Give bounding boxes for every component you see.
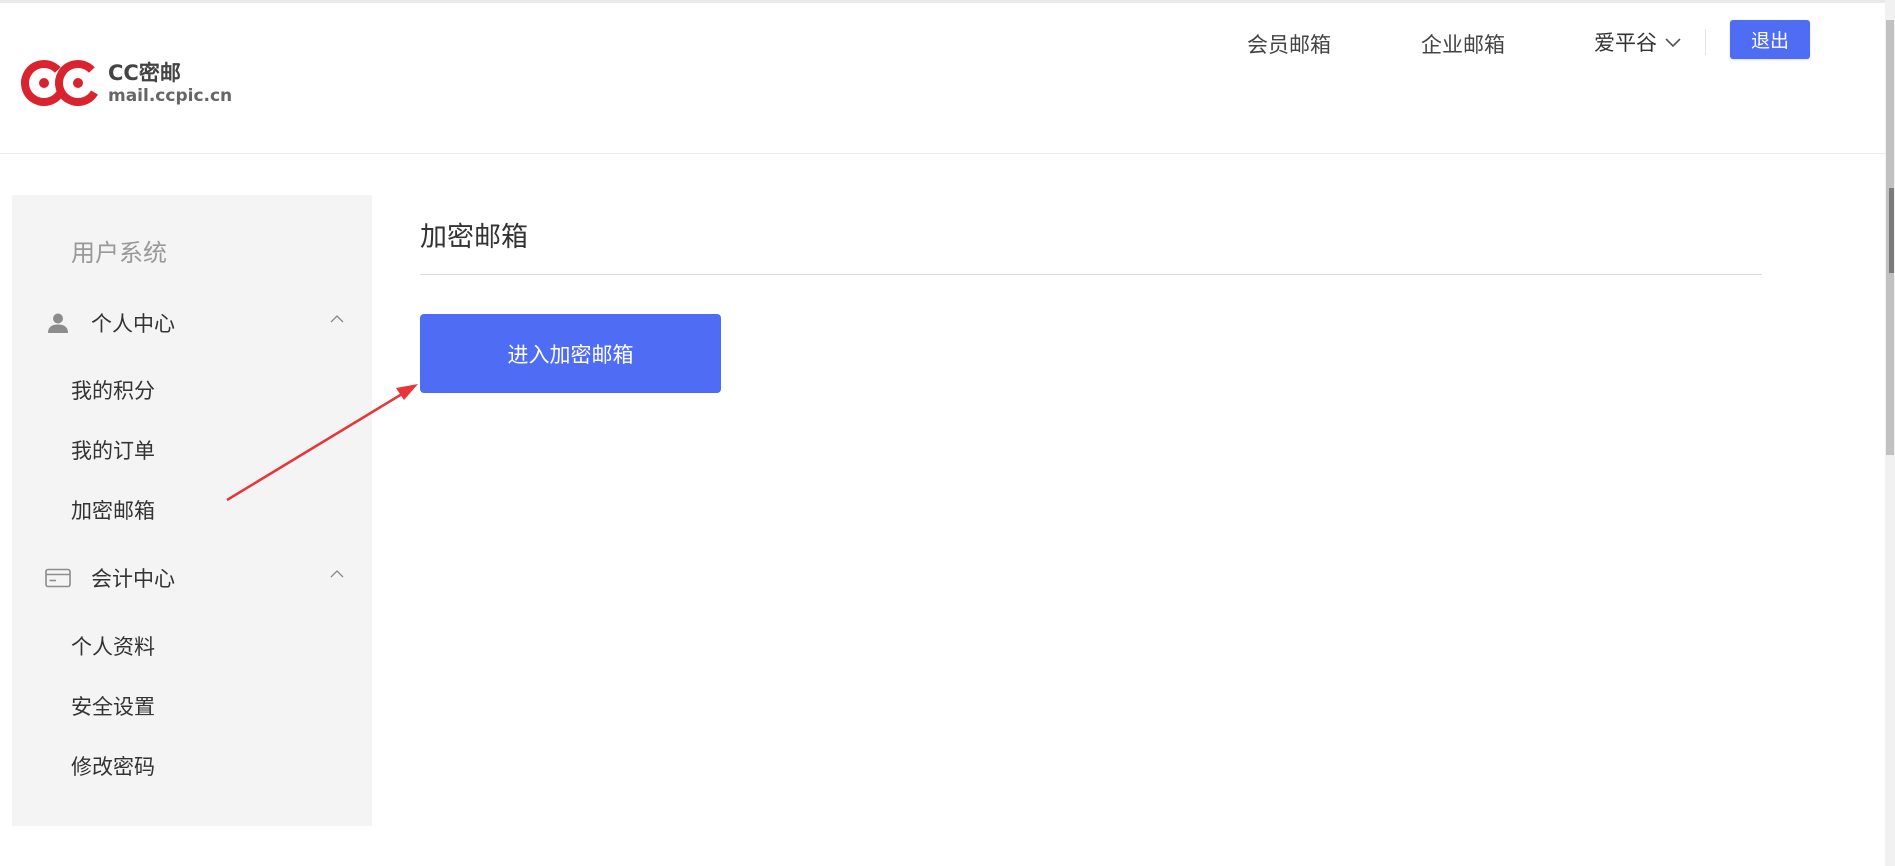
chevron-up-icon (330, 315, 344, 323)
logo[interactable]: CC密邮 mail.ccpic.cn (20, 53, 232, 113)
sidebar-group-account-center[interactable]: 会计中心 (45, 563, 345, 593)
sidebar-item-profile[interactable]: 个人资料 (71, 631, 155, 661)
chevron-down-icon (1665, 38, 1681, 48)
user-menu[interactable]: 爱平谷 (1594, 27, 1681, 57)
nav-divider (1705, 29, 1706, 55)
nav-member-mailbox[interactable]: 会员邮箱 (1247, 29, 1331, 59)
nav-enterprise-mailbox[interactable]: 企业邮箱 (1421, 29, 1505, 59)
header: CC密邮 mail.ccpic.cn 会员邮箱 企业邮箱 爱平谷 退出 (0, 3, 1885, 154)
sidebar: 用户系统 个人中心 我的积分 我的订单 加密邮箱 会计中心 个人资料 安全设置 … (12, 195, 372, 826)
enter-encrypted-mailbox-button[interactable]: 进入加密邮箱 (420, 314, 721, 393)
cc-logo-icon (20, 60, 101, 106)
sidebar-item-my-orders[interactable]: 我的订单 (71, 435, 155, 465)
brand-domain: mail.ccpic.cn (108, 86, 233, 106)
logout-button[interactable]: 退出 (1730, 20, 1810, 59)
page-title: 加密邮箱 (420, 222, 528, 253)
page: CC密邮 mail.ccpic.cn 会员邮箱 企业邮箱 爱平谷 退出 用户系统… (0, 0, 1895, 866)
sidebar-item-my-points[interactable]: 我的积分 (71, 375, 155, 405)
group-label: 个人中心 (91, 312, 175, 336)
logo-text: CC密邮 mail.ccpic.cn (108, 60, 232, 106)
brand-name: CC密邮 (108, 61, 181, 85)
sidebar-item-encrypted-mailbox[interactable]: 加密邮箱 (71, 495, 155, 525)
sidebar-item-change-password[interactable]: 修改密码 (71, 751, 155, 781)
chevron-up-icon (330, 570, 344, 578)
scrollbar-marker (1889, 188, 1894, 273)
title-divider (420, 274, 1762, 275)
sidebar-item-security-settings[interactable]: 安全设置 (71, 691, 155, 721)
user-icon (45, 312, 71, 334)
group-label: 会计中心 (91, 567, 175, 591)
sidebar-group-personal-center[interactable]: 个人中心 (45, 308, 345, 338)
username: 爱平谷 (1594, 31, 1657, 55)
card-icon (45, 568, 71, 588)
sidebar-title: 用户系统 (71, 239, 167, 267)
